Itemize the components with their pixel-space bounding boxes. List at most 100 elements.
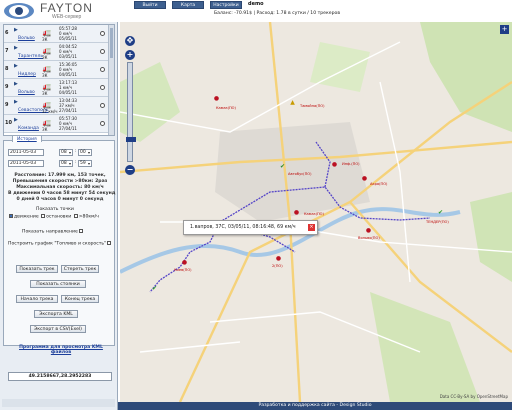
vehicle-select-radio[interactable]: [100, 67, 105, 72]
track-point-popup: 1.вапров, 37С, 03/05/11, 08:16:48, 69 км…: [183, 220, 318, 235]
play-icon[interactable]: ▶: [14, 81, 18, 87]
movement-checkbox[interactable]: [9, 214, 13, 218]
zoom-in-button[interactable]: +: [125, 50, 135, 60]
vehicle-row[interactable]: 9 ▶ Вольво 🚛 ЗК 13:17:13 1 км/ч 04/05/11: [4, 79, 110, 97]
logout-button[interactable]: Выйти: [134, 1, 166, 9]
hour-from-select[interactable]: 08: [59, 149, 73, 156]
stat-overspeed: Превышения скорости >80км: 2раз: [12, 179, 108, 184]
vehicle-date: 04/05/11: [59, 90, 77, 95]
play-icon[interactable]: ▶: [14, 45, 18, 51]
vehicle-marker-icon[interactable]: ●: [360, 174, 369, 183]
overspeed-checkbox[interactable]: [73, 214, 78, 218]
vehicle-select-radio[interactable]: [100, 121, 105, 126]
vehicle-select-radio[interactable]: [100, 85, 105, 90]
vehicle-row[interactable]: 8 ▶ Нидлер 🚛 ЗК 15:36:05 0 км/ч 04/05/11: [4, 61, 110, 79]
vehicle-select-radio[interactable]: [100, 49, 105, 54]
vehicle-select-radio[interactable]: [100, 103, 105, 108]
map-label: Тамойпа(ПО): [300, 104, 325, 108]
map-label: Камаз(ПО): [216, 106, 236, 110]
stops-label: остановки: [46, 214, 72, 220]
vehicle-row[interactable]: 9 ▶ Севастополь 🚛 37 км/ч 13:04:33 37 км/ч 27/0…: [4, 97, 110, 115]
vehicle-marker-icon[interactable]: ●: [364, 226, 373, 235]
graph-checkbox[interactable]: [107, 241, 112, 245]
map-button[interactable]: Карта: [172, 1, 204, 9]
app-root: FAYTON WEB-сервер Выйти Карта Настройки …: [0, 0, 512, 410]
erase-track-button[interactable]: Стереть трек: [61, 265, 99, 273]
vehicle-marker-icon[interactable]: ▲: [288, 98, 297, 107]
vehicle-list-scrollbar[interactable]: [108, 25, 114, 135]
header: FAYTON WEB-сервер Выйти Карта Настройки …: [0, 0, 512, 22]
play-icon[interactable]: ▶: [14, 117, 18, 123]
map-view[interactable]: ▲ Тамойпа(ПО) ● Камаз(ПО) ✔ Автобус(ПО) …: [120, 22, 512, 402]
scrollbar-thumb[interactable]: [110, 28, 113, 58]
zoom-out-button[interactable]: −: [125, 165, 135, 175]
vehicle-status: 37 км/ч: [42, 109, 58, 114]
vehicle-number: 9: [5, 102, 9, 108]
vehicle-select-radio[interactable]: [100, 31, 105, 36]
map-attribution: Data CC-By-SA by OpenStreetMap: [439, 394, 508, 399]
show-stops-button[interactable]: Показать стоянки: [30, 280, 86, 288]
footer: Разработка и поддержка сайта - Design St…: [118, 402, 512, 410]
track-start-button[interactable]: Начало трека: [16, 295, 58, 303]
vehicle-date: 27/04/11: [59, 126, 77, 131]
direction-checkbox[interactable]: [78, 229, 83, 233]
vehicle-marker-icon[interactable]: ✔: [150, 284, 159, 293]
vehicle-number: 6: [5, 30, 9, 36]
play-icon[interactable]: ▶: [14, 63, 18, 69]
map-label: Автобус(ПО): [288, 172, 312, 176]
park-area: [370, 292, 480, 402]
date-to-input[interactable]: 2011-05-03: [8, 160, 44, 167]
park-area: [470, 192, 512, 282]
vehicle-marker-icon[interactable]: ✔: [278, 162, 287, 171]
minute-to-select[interactable]: 59: [78, 160, 92, 167]
tab-history[interactable]: История: [12, 135, 42, 142]
hour-to-select[interactable]: 08: [59, 160, 73, 167]
play-icon[interactable]: ▶: [14, 99, 18, 105]
export-kml-button[interactable]: Экспорта KML: [34, 310, 78, 318]
settings-button[interactable]: Настройки: [210, 1, 242, 9]
graph-label: Построить график "Топливо и скорость": [8, 241, 107, 247]
park-area: [310, 42, 370, 92]
park-area: [420, 22, 512, 132]
play-icon[interactable]: ▶: [14, 27, 18, 33]
vehicle-status: ЗК: [42, 73, 48, 78]
vehicle-marker-icon[interactable]: ●: [180, 258, 189, 267]
vehicle-name-link[interactable]: Вольво: [18, 90, 35, 95]
layer-switcher-icon[interactable]: +: [500, 25, 509, 34]
date-from-input[interactable]: 2011-05-03: [8, 149, 44, 156]
show-points-label: Показать точки: [36, 207, 74, 212]
vehicle-marker-icon[interactable]: ●: [212, 94, 221, 103]
track-end-button[interactable]: Конец трека: [61, 295, 99, 303]
vehicle-name-link[interactable]: Команда: [18, 126, 39, 131]
vehicle-marker-icon[interactable]: ●: [330, 160, 339, 169]
stat-distance: Расстояние: 17.999 км, 153 точек,: [14, 173, 106, 178]
map-label: Киев(ПО): [174, 268, 192, 272]
minute-from-select[interactable]: 00: [78, 149, 92, 156]
pan-icon[interactable]: ✥: [125, 36, 135, 46]
vehicle-row[interactable]: 7 ▶ Тарантель 🚛 ЗК 04:04:52 0 км/ч 03/05/11: [4, 43, 110, 61]
vehicle-row[interactable]: 10 ▶ Команда 🚛 ЗК 05:57:30 0 км/ч 27/04/11: [4, 115, 110, 133]
vehicle-status: ЗК: [42, 127, 48, 132]
show-track-button[interactable]: Показать трек: [16, 265, 58, 273]
close-icon[interactable]: ×: [308, 224, 315, 231]
sidebar-footer: [2, 399, 115, 407]
zoom-slider[interactable]: [126, 62, 136, 162]
vehicle-date: 27/04/11: [59, 108, 77, 113]
map-label: Акра(ПО): [370, 182, 388, 186]
brand-title: FAYTON: [40, 1, 93, 15]
vehicle-marker-icon[interactable]: ●: [292, 208, 301, 217]
vehicle-marker-icon[interactable]: ✔: [436, 208, 445, 217]
vehicle-status: ЗК: [42, 55, 48, 60]
export-csv-button[interactable]: Экспорт в CSV(Exel): [30, 325, 86, 333]
vehicle-name-link[interactable]: Тарантель: [18, 54, 43, 59]
kml-viewer-link[interactable]: Программа для просмотра KML файлов: [12, 345, 110, 355]
vehicle-list: 6 ▶ Вольво 🚛 ЗК 05:57:28 0 км/ч 05/05/11 7 ▶ Таран…: [3, 24, 115, 136]
zoom-slider-handle[interactable]: [126, 137, 136, 142]
stops-checkbox[interactable]: [41, 214, 46, 218]
vehicle-row[interactable]: 6 ▶ Вольво 🚛 ЗК 05:57:28 0 км/ч 05/05/11: [4, 25, 110, 43]
movement-label: движение: [14, 214, 39, 220]
vehicle-name-link[interactable]: Нидлер: [18, 72, 36, 77]
vehicle-name-link[interactable]: Вольво: [18, 36, 35, 41]
vehicle-number: 10: [5, 120, 12, 126]
vehicle-marker-icon[interactable]: ●: [274, 254, 283, 263]
